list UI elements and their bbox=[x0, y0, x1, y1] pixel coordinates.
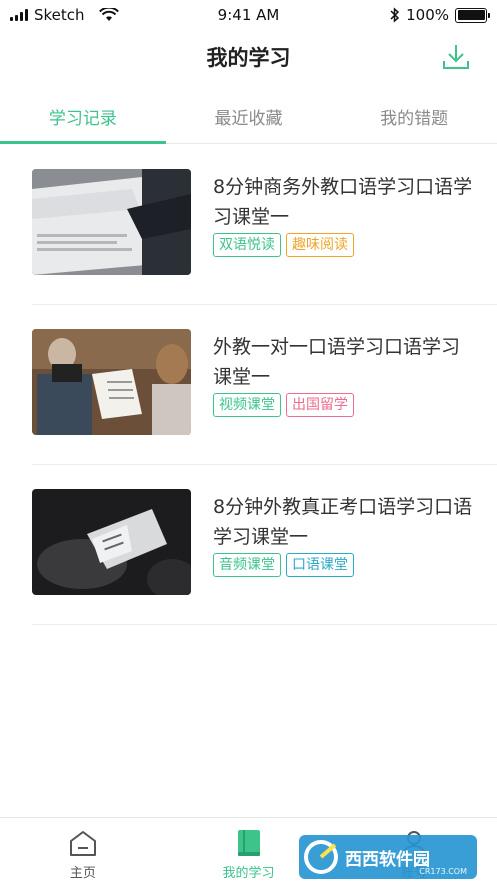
course-title: 8分钟商务外教口语学习口语学习课堂一 bbox=[213, 176, 473, 228]
battery-icon bbox=[455, 7, 490, 23]
course-list: 8分钟商务外教口语学习口语学习课堂一 双语悦读 趣味阅读 外教一对一口语学习口语… bbox=[32, 145, 497, 625]
nav-my-study-label: 我的学习 bbox=[222, 866, 275, 881]
header: 我的学习 bbox=[0, 30, 497, 82]
course-tag: 视频课堂 bbox=[213, 393, 281, 417]
status-bar: Sketch 9:41 AM 100% bbox=[0, 0, 497, 30]
watermark-subtext: CR173.COM bbox=[419, 867, 467, 876]
course-tag: 口语课堂 bbox=[286, 553, 354, 577]
tab-recent-favorites[interactable]: 最近收藏 bbox=[166, 90, 332, 143]
nav-home-label: 主页 bbox=[69, 866, 96, 881]
download-icon[interactable] bbox=[441, 42, 471, 72]
course-tags: 视频课堂 出国留学 bbox=[213, 393, 354, 417]
tab-bar: 学习记录 最近收藏 我的错题 bbox=[0, 90, 497, 144]
course-thumbnail bbox=[32, 169, 191, 275]
course-tag: 出国留学 bbox=[286, 393, 354, 417]
nav-home[interactable]: 主页 bbox=[0, 818, 166, 883]
watermark-logo: 西西软件园 CR173.COM bbox=[299, 835, 477, 879]
home-icon bbox=[69, 831, 96, 856]
course-item[interactable]: 8分钟商务外教口语学习口语学习课堂一 双语悦读 趣味阅读 bbox=[32, 145, 497, 305]
status-right: 100% bbox=[390, 6, 490, 24]
course-tag: 双语悦读 bbox=[213, 233, 281, 257]
bluetooth-icon bbox=[390, 7, 400, 23]
book-icon bbox=[237, 830, 260, 856]
battery-fill bbox=[457, 10, 485, 20]
course-item[interactable]: 外教一对一口语学习口语学习课堂一 视频课堂 出国留学 bbox=[32, 305, 497, 465]
watermark-icon bbox=[304, 840, 338, 874]
course-thumbnail bbox=[32, 489, 191, 595]
course-item[interactable]: 8分钟外教真正考口语学习口语学习课堂一 音频课堂 口语课堂 bbox=[32, 465, 497, 625]
course-title: 8分钟外教真正考口语学习口语学习课堂一 bbox=[213, 496, 473, 548]
course-tags: 音频课堂 口语课堂 bbox=[213, 553, 354, 577]
course-tags: 双语悦读 趣味阅读 bbox=[213, 233, 354, 257]
watermark-text: 西西软件园 bbox=[345, 849, 430, 870]
course-thumbnail bbox=[32, 329, 191, 435]
battery-text: 100% bbox=[406, 6, 449, 24]
tab-study-record[interactable]: 学习记录 bbox=[0, 90, 166, 144]
course-tag: 趣味阅读 bbox=[286, 233, 354, 257]
tab-my-mistakes[interactable]: 我的错题 bbox=[331, 90, 497, 143]
page-title: 我的学习 bbox=[206, 46, 291, 70]
course-title: 外教一对一口语学习口语学习课堂一 bbox=[213, 336, 461, 388]
course-tag: 音频课堂 bbox=[213, 553, 281, 577]
